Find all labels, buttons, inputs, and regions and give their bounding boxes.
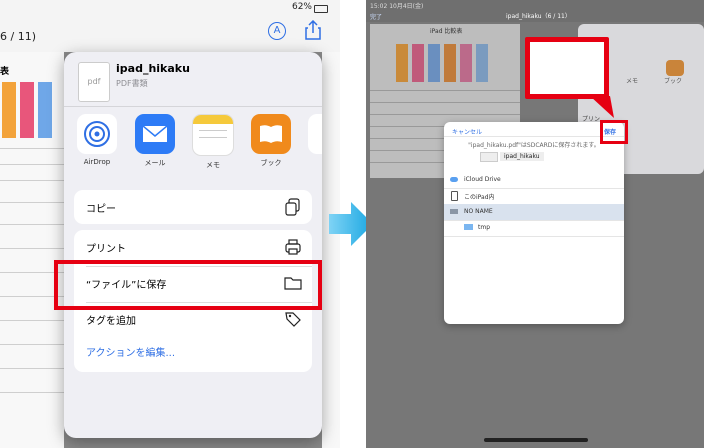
app-label-notes: メモ <box>626 78 639 85</box>
edit-actions-link[interactable]: アクションを編集... <box>86 344 175 359</box>
callout-pointer <box>590 96 614 118</box>
location-icloud[interactable]: iCloud Drive <box>444 172 624 189</box>
airdrop-icon <box>77 114 117 154</box>
location-noname[interactable]: NO NAME <box>444 204 624 221</box>
ipad-icon <box>451 191 458 201</box>
markup-icon[interactable]: A <box>268 22 286 40</box>
doc-title: iPad 比較表 <box>430 28 463 35</box>
print-icon <box>285 239 301 255</box>
pdf-file-icon: pdf <box>78 62 110 102</box>
status-time: 15:02 10月4日(金) <box>370 3 424 10</box>
save-message: "ipad_hikaku.pdf"はSDCARDに保存されます。 <box>468 142 600 149</box>
battery-icon <box>314 5 328 13</box>
drive-icon <box>450 209 458 214</box>
action-group-copy: コピー <box>74 190 312 224</box>
folder-icon <box>464 224 473 230</box>
share-icon[interactable] <box>304 20 322 40</box>
mail-icon <box>135 114 175 154</box>
filename-field[interactable]: ipad_hikaku <box>500 152 544 161</box>
doc-heading: 表 <box>0 67 10 77</box>
app-mail[interactable]: メール <box>134 114 176 168</box>
app-airdrop[interactable]: AirDrop <box>76 114 118 166</box>
copy-icon <box>285 198 300 216</box>
file-thumbnail <box>480 152 498 162</box>
books-icon <box>251 114 291 154</box>
print-action[interactable]: プリント <box>74 230 312 264</box>
app-books[interactable]: ブック <box>250 114 292 168</box>
document-page: 表 <box>0 52 64 448</box>
books-icon <box>666 60 684 76</box>
save-callout: 保存 <box>525 37 609 99</box>
file-name: ipad_hikaku <box>116 62 190 75</box>
title: ipad_hikaku（6 / 11） <box>506 13 571 20</box>
done-button[interactable]: 完了 <box>370 12 382 21</box>
save-dialog: キャンセル 保存 "ipad_hikaku.pdf"はSDCARDに保存されます… <box>444 122 624 324</box>
wifi-battery-status: 62% <box>291 2 312 12</box>
cloud-icon <box>450 177 458 182</box>
location-ipad[interactable]: このiPad内 <box>444 188 624 205</box>
cancel-button[interactable]: キャンセル <box>452 127 482 136</box>
page-indicator: 6 / 11) <box>0 30 36 43</box>
app-notes[interactable]: メモ <box>192 114 234 170</box>
location-tmp[interactable]: tmp <box>444 220 624 237</box>
document-edge <box>322 52 340 448</box>
app-label-books: ブック <box>664 78 683 85</box>
home-indicator <box>484 438 588 442</box>
toolbar: 6 / 11) 62% A <box>0 0 340 52</box>
highlight-box <box>54 260 322 310</box>
app-more[interactable] <box>308 114 322 154</box>
save-highlight-box <box>600 120 628 144</box>
share-sheet: pdf ipad_hikaku PDF書類 AirDrop メール メモ ブック… <box>64 52 322 438</box>
copy-action[interactable]: コピー <box>74 190 312 224</box>
file-type: PDF書類 <box>116 79 148 88</box>
tag-icon <box>285 312 301 327</box>
notes-icon <box>192 114 234 156</box>
left-screenshot: 6 / 11) 62% A 表 pdf ipad_hikaku PDF書類 Ai… <box>0 0 340 448</box>
top-bar: 15:02 10月4日(金) 完了 ipad_hikaku（6 / 11） <box>366 0 704 22</box>
